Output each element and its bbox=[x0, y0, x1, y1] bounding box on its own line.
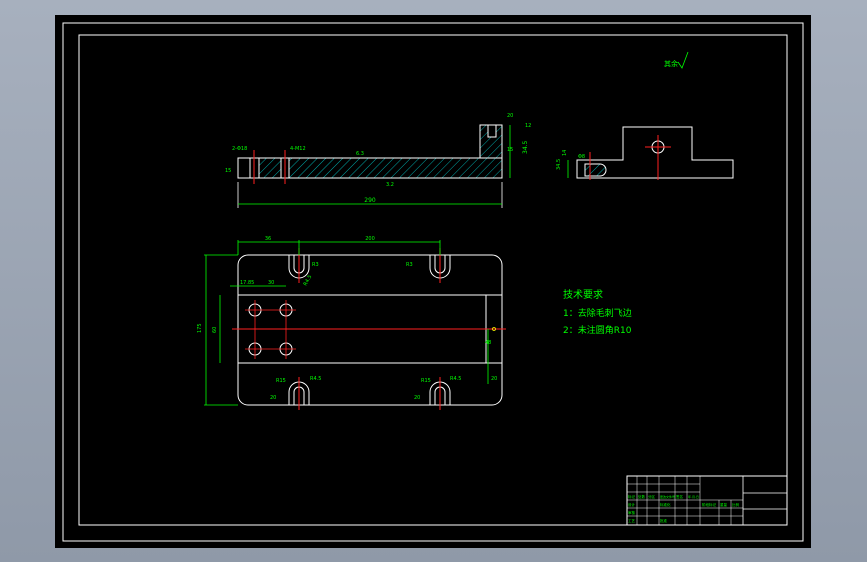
front-dim-slot-height: 15 bbox=[507, 147, 513, 153]
plan-dim-right-offset: 48 bbox=[485, 340, 491, 346]
tb-cell-standard: 标准化 bbox=[660, 502, 671, 507]
tech-req-item-2: 2：未注圆角R10 bbox=[563, 324, 632, 336]
front-dim-left-hole: 2-Φ18 bbox=[232, 146, 247, 152]
plan-dim-slot-b3: R15 bbox=[421, 378, 431, 384]
tb-cell-process: 工艺 bbox=[628, 518, 636, 523]
side-slot-detail bbox=[584, 163, 607, 177]
front-dim-bottom-rough: 3.2 bbox=[386, 182, 394, 188]
front-dim-slot-depth: 20 bbox=[507, 113, 513, 119]
plan-dim-width-b1: 20 bbox=[270, 395, 276, 401]
cad-viewport[interactable]: 290 34.5 15 20 12 2-Φ18 4-M12 15 6.3 3.2… bbox=[0, 0, 867, 562]
front-slot bbox=[487, 124, 497, 138]
plan-dim-slot-b2: R4.5 bbox=[310, 376, 321, 382]
front-dim-left-height: 15 bbox=[225, 168, 231, 174]
tech-req-title: 技术要求 bbox=[563, 288, 603, 301]
roughness-note: 其余 bbox=[664, 59, 678, 68]
tb-cell-design: 设计 bbox=[628, 502, 636, 507]
front-dim-tap: 4-M12 bbox=[290, 146, 306, 152]
plan-dim-slot-tr1: R3 bbox=[406, 262, 413, 268]
front-left-step bbox=[237, 157, 251, 179]
tb-weight-label: 重量 bbox=[720, 502, 728, 507]
front-dim-hatch-rough: 6.3 bbox=[356, 151, 364, 157]
front-bar bbox=[237, 157, 503, 179]
plan-dim-hole-pitch: 30 bbox=[268, 280, 274, 286]
tb-cell-change: 更改文件号 bbox=[660, 494, 675, 499]
plan-dim-overall-height: 175 bbox=[197, 323, 203, 333]
plan-dim-slot-b4: R4.5 bbox=[450, 376, 461, 382]
tb-cell-approve: 批准 bbox=[660, 518, 668, 523]
tb-stage-label: 阶段标记 bbox=[702, 502, 716, 507]
front-dim-slot-top: 12 bbox=[525, 123, 531, 129]
side-dim-left2: 34.5 bbox=[556, 159, 562, 170]
plan-dim-inner-height: 60 bbox=[212, 327, 218, 333]
plan-dim-top-span: 200 bbox=[365, 236, 375, 242]
front-dim-right-height: 34.5 bbox=[522, 140, 529, 154]
tech-req-item-1: 1：去除毛刺飞边 bbox=[563, 307, 632, 319]
tb-cell-sign: 签名 bbox=[676, 494, 683, 499]
side-dim-top: Φ8 bbox=[578, 154, 585, 160]
plan-dim-slot-b1: R15 bbox=[276, 378, 286, 384]
tb-cell-zone: 分区 bbox=[648, 494, 656, 499]
plan-dim-bottom-offset: 20 bbox=[491, 376, 497, 382]
plan-dim-top-left: 36 bbox=[265, 236, 271, 242]
drawing-sheet bbox=[55, 15, 811, 548]
front-dim-overall: 290 bbox=[364, 197, 376, 204]
tb-cell-mark: 标记 bbox=[628, 494, 636, 499]
tb-cell-count: 处数 bbox=[638, 494, 646, 499]
plan-dim-hole-offset: 17.85 bbox=[240, 280, 254, 286]
cad-drawing: 290 34.5 15 20 12 2-Φ18 4-M12 15 6.3 3.2… bbox=[55, 15, 811, 548]
plan-dim-slot-r1: R3 bbox=[312, 262, 319, 268]
tb-cell-review: 审核 bbox=[628, 510, 636, 515]
side-dim-left1: 14 bbox=[562, 150, 568, 156]
tb-cell-date: 年.月.日 bbox=[688, 494, 699, 499]
plan-dim-width-b2: 20 bbox=[414, 395, 420, 401]
tb-scale-label: 比例 bbox=[732, 502, 740, 507]
